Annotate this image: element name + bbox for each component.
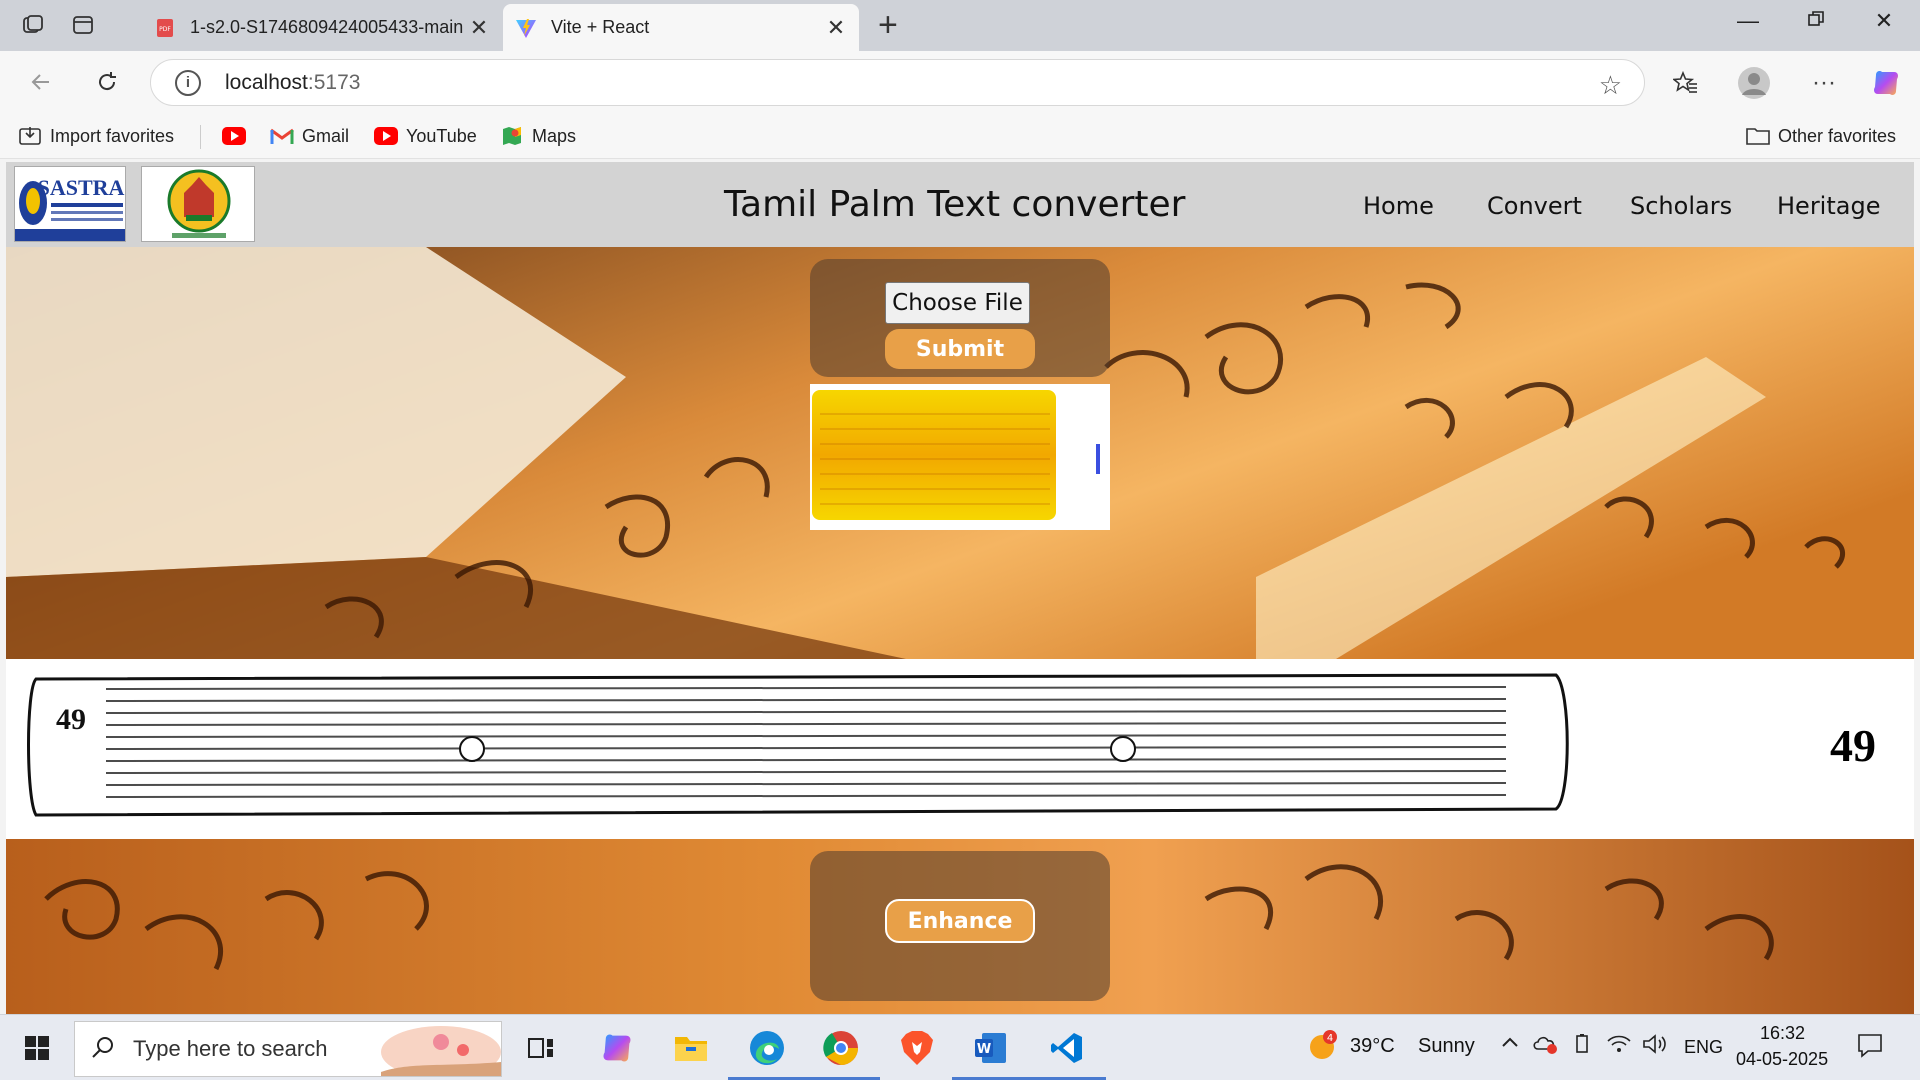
- clock-date[interactable]: 04-05-2025: [1736, 1049, 1828, 1070]
- close-tab-icon[interactable]: ✕: [468, 15, 490, 41]
- minimize-icon[interactable]: —: [1728, 8, 1768, 34]
- windows-taskbar: Type here to search W 4 39°C Sunny ENG 1…: [0, 1014, 1920, 1080]
- copilot-taskbar-icon[interactable]: [594, 1025, 640, 1071]
- maps-icon: [500, 126, 524, 146]
- nav-scholars[interactable]: Scholars: [1630, 192, 1732, 220]
- task-view-icon[interactable]: [518, 1025, 564, 1071]
- bookmark-maps[interactable]: Maps: [500, 122, 576, 150]
- notifications-icon[interactable]: [1856, 1031, 1884, 1065]
- weather-icon[interactable]: 4: [1306, 1029, 1338, 1067]
- vite-icon: [515, 17, 537, 39]
- edge-browser-icon[interactable]: [728, 1025, 806, 1080]
- url-text: localhost:5173: [225, 70, 361, 94]
- tab-vite-react[interactable]: Vite + React ✕: [503, 4, 859, 51]
- address-bar[interactable]: i localhost:5173 ☆: [150, 59, 1645, 106]
- uploaded-image-preview: [810, 384, 1110, 530]
- bookmark-import-favorites[interactable]: Import favorites: [18, 122, 174, 150]
- taskbar-search-input[interactable]: Type here to search: [74, 1021, 502, 1077]
- leaf-page-number: 49: [1830, 720, 1876, 771]
- brave-icon[interactable]: [894, 1025, 940, 1071]
- bookmark-youtube[interactable]: YouTube: [374, 122, 477, 150]
- close-tab-icon[interactable]: ✕: [825, 15, 847, 41]
- hero-bottom-background: Enhance: [6, 839, 1914, 1014]
- svg-text:W: W: [977, 1042, 991, 1057]
- more-options-icon[interactable]: ···: [1806, 65, 1842, 101]
- browser-tab-bar: PDF 1-s2.0-S1746809424005433-main ✕ Vite…: [0, 0, 1920, 51]
- enhance-button[interactable]: Enhance: [885, 899, 1035, 943]
- svg-text:4: 4: [1327, 1033, 1333, 1044]
- svg-text:SASTRA: SASTRA: [38, 175, 125, 200]
- battery-icon[interactable]: [1572, 1033, 1594, 1061]
- youtube-icon: [222, 126, 246, 146]
- language-indicator[interactable]: ENG: [1684, 1037, 1723, 1058]
- weather-condition[interactable]: Sunny: [1418, 1035, 1475, 1058]
- processed-leaf-band: 49 49: [6, 659, 1914, 839]
- svg-text:49: 49: [56, 703, 86, 736]
- search-highlight-image: [381, 1022, 501, 1076]
- restore-icon[interactable]: [1796, 8, 1836, 34]
- tab-actions-icon[interactable]: [68, 10, 98, 40]
- submit-button[interactable]: Submit: [885, 329, 1035, 369]
- nav-convert[interactable]: Convert: [1487, 192, 1582, 220]
- copilot-icon[interactable]: [1868, 65, 1904, 101]
- vscode-icon[interactable]: [1028, 1025, 1106, 1080]
- tab-title: Vite + React: [551, 17, 650, 37]
- onedrive-icon[interactable]: [1532, 1033, 1558, 1061]
- refresh-icon[interactable]: [90, 65, 124, 99]
- volume-icon[interactable]: [1642, 1033, 1668, 1061]
- youtube-icon: [374, 126, 398, 146]
- page-viewport: SASTRA Tamil Palm Text converter Home Co…: [6, 162, 1914, 1014]
- choose-file-button[interactable]: Choose File: [885, 282, 1030, 324]
- search-icon: [91, 1035, 115, 1064]
- svg-text:PDF: PDF: [159, 26, 171, 33]
- file-explorer-icon[interactable]: [668, 1025, 714, 1071]
- site-info-icon[interactable]: i: [175, 69, 201, 96]
- new-tab-icon[interactable]: +: [878, 8, 898, 42]
- nav-heritage[interactable]: Heritage: [1777, 192, 1880, 220]
- window-close-icon[interactable]: ✕: [1864, 8, 1904, 34]
- bookmarks-bar: Import favorites Gmail YouTube Maps Othe…: [0, 113, 1920, 159]
- weather-temp[interactable]: 39°C: [1350, 1035, 1395, 1058]
- tab-title: 1-s2.0-S1746809424005433-main: [190, 17, 464, 37]
- bookmark-youtube-icon-only[interactable]: [222, 122, 254, 150]
- favorite-star-icon[interactable]: ☆: [1599, 70, 1622, 101]
- sastra-logo: SASTRA: [14, 166, 126, 242]
- chrome-icon[interactable]: [802, 1025, 880, 1080]
- folder-icon: [1746, 126, 1770, 146]
- word-icon[interactable]: W: [952, 1025, 1030, 1080]
- tamil-nadu-emblem: [141, 166, 255, 242]
- clock-time[interactable]: 16:32: [1760, 1023, 1805, 1044]
- show-hidden-icons-icon[interactable]: [1500, 1033, 1520, 1059]
- gmail-icon: [270, 126, 294, 146]
- wifi-icon[interactable]: [1606, 1033, 1632, 1061]
- windows-start-icon[interactable]: [14, 1025, 60, 1071]
- bookmark-other-favorites[interactable]: Other favorites: [1746, 122, 1896, 150]
- bookmark-separator: [200, 125, 201, 149]
- bookmark-gmail[interactable]: Gmail: [270, 122, 349, 150]
- profile-avatar-icon[interactable]: [1736, 65, 1772, 101]
- nav-home[interactable]: Home: [1363, 192, 1434, 220]
- pdf-icon: PDF: [154, 17, 176, 39]
- processed-leaf-image: 49: [27, 673, 1569, 817]
- back-icon[interactable]: [24, 65, 58, 99]
- import-icon: [18, 126, 42, 146]
- tab-pdf[interactable]: PDF 1-s2.0-S1746809424005433-main ✕: [142, 4, 502, 51]
- site-header: SASTRA Tamil Palm Text converter Home Co…: [6, 162, 1914, 247]
- favorites-icon[interactable]: [1668, 65, 1704, 101]
- page-title: Tamil Palm Text converter: [724, 184, 1186, 225]
- browser-toolbar: i localhost:5173 ☆ ···: [0, 51, 1920, 113]
- workspaces-icon[interactable]: [18, 10, 48, 40]
